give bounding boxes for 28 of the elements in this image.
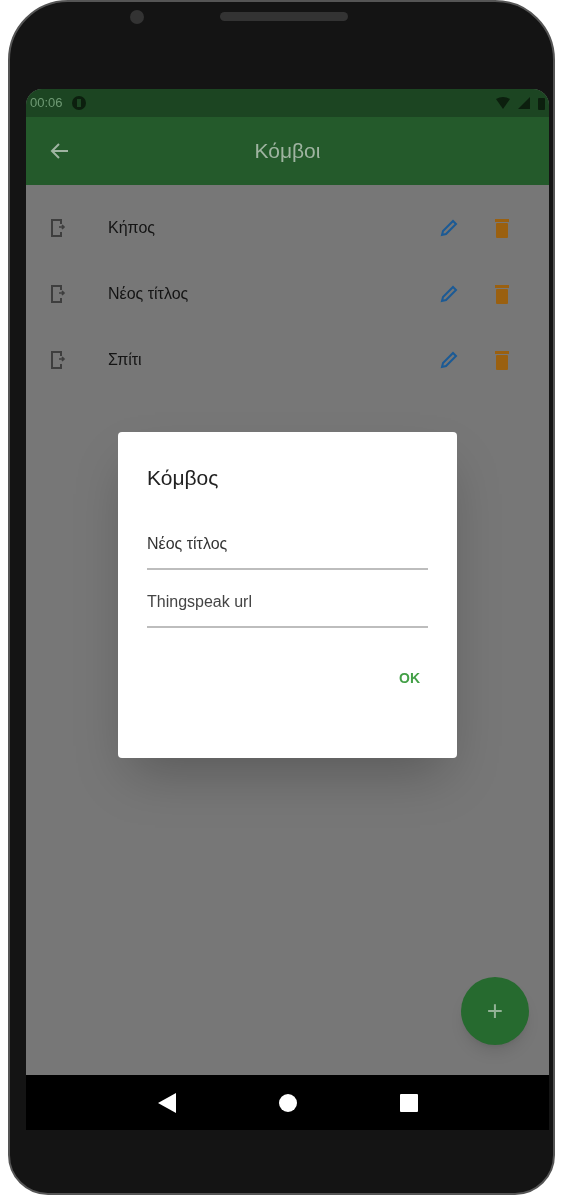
home-icon[interactable]: [278, 1093, 297, 1112]
exit-door-icon: [50, 217, 66, 239]
trash-icon[interactable]: [495, 218, 509, 238]
exit-door-icon: [50, 283, 66, 305]
notification-icon: [70, 95, 87, 111]
dialog-title: Κόμβος: [147, 465, 220, 491]
back-arrow-icon[interactable]: [50, 141, 70, 161]
edit-pencil-icon[interactable]: [439, 218, 459, 238]
back-icon[interactable]: [157, 1092, 176, 1113]
node-name[interactable]: Νέος τίτλος: [108, 282, 439, 306]
recent-apps-icon[interactable]: [399, 1093, 418, 1112]
ok-button[interactable]: OK: [391, 661, 428, 695]
edit-pencil-icon[interactable]: [439, 350, 459, 370]
exit-door-icon: [50, 349, 66, 371]
battery-icon: [538, 96, 545, 110]
input-field[interactable]: Νέος τίτλος: [147, 511, 428, 570]
camera-icon: [130, 10, 144, 24]
input-field[interactable]: Thingspeak url: [147, 569, 428, 628]
signal-icon: [518, 97, 530, 109]
trash-icon[interactable]: [495, 284, 509, 304]
add-button[interactable]: +: [461, 977, 529, 1045]
wifi-icon: [496, 97, 510, 109]
edit-pencil-icon[interactable]: [439, 284, 459, 304]
app-bar-title: Κόμβοι: [254, 138, 321, 165]
node-name[interactable]: Κήπος: [108, 216, 439, 240]
trash-icon[interactable]: [495, 350, 509, 370]
node-name[interactable]: Σπίτι: [108, 348, 439, 372]
status-time: 00:06: [30, 94, 63, 113]
